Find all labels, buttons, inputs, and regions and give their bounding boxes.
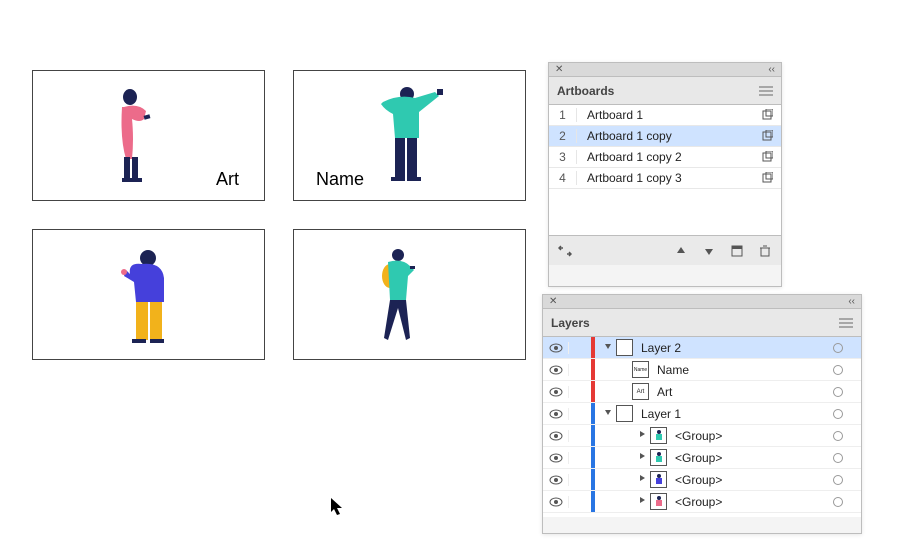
layer-name[interactable]: <Group> xyxy=(669,495,825,509)
artboards-list: 1Artboard 12Artboard 1 copy3Artboard 1 c… xyxy=(549,105,781,235)
layer-disclosure[interactable] xyxy=(595,449,669,466)
visibility-toggle[interactable] xyxy=(543,408,569,420)
chevron-right-icon[interactable] xyxy=(636,473,648,486)
target-icon[interactable] xyxy=(825,365,851,375)
artboard-row[interactable]: 1Artboard 1 xyxy=(549,105,781,126)
artboard-options-icon[interactable] xyxy=(753,109,781,121)
artboard-4[interactable] xyxy=(293,229,526,360)
layer-name[interactable]: Layer 1 xyxy=(635,407,825,421)
layer-row[interactable]: <Group> xyxy=(543,447,861,469)
artboard-options-icon[interactable] xyxy=(753,172,781,184)
target-icon[interactable] xyxy=(825,453,851,463)
visibility-toggle[interactable] xyxy=(543,474,569,486)
layer-name[interactable]: <Group> xyxy=(669,429,825,443)
layer-row[interactable]: ArtArt xyxy=(543,381,861,403)
layer-disclosure[interactable] xyxy=(595,471,669,488)
chevron-right-icon[interactable] xyxy=(636,451,648,464)
layer-thumbnail: Art xyxy=(632,383,649,400)
layer-disclosure[interactable] xyxy=(595,493,669,510)
target-icon[interactable] xyxy=(825,431,851,441)
rearrange-icon[interactable] xyxy=(557,243,573,259)
visibility-toggle[interactable] xyxy=(543,364,569,376)
artboard-index: 4 xyxy=(549,171,577,185)
artboard-options-icon[interactable] xyxy=(753,130,781,142)
layer-name[interactable]: Art xyxy=(651,385,825,399)
layers-panel: ✕ ‹‹ Layers Layer 2NameNameArtArtLayer 1… xyxy=(542,294,862,534)
layer-thumbnail xyxy=(650,427,667,444)
panel-menu-icon[interactable] xyxy=(759,86,773,96)
artboard-1[interactable]: Art xyxy=(32,70,265,201)
artboard-name[interactable]: Artboard 1 copy xyxy=(577,129,753,143)
figure-person-4 xyxy=(294,230,527,361)
artboard-name[interactable]: Artboard 1 xyxy=(577,108,753,122)
layers-tab[interactable]: Layers xyxy=(551,316,590,330)
artboards-panel: ✕ ‹‹ Artboards 1Artboard 12Artboard 1 co… xyxy=(548,62,782,287)
layers-list: Layer 2NameNameArtArtLayer 1<Group><Grou… xyxy=(543,337,861,517)
layer-row[interactable]: <Group> xyxy=(543,469,861,491)
layer-name[interactable]: Name xyxy=(651,363,825,377)
target-icon[interactable] xyxy=(825,343,851,353)
artboard-name[interactable]: Artboard 1 copy 2 xyxy=(577,150,753,164)
artboards-footer xyxy=(549,235,781,265)
cursor-icon xyxy=(330,497,346,517)
layer-disclosure[interactable]: Name xyxy=(595,361,651,378)
chevron-right-icon[interactable] xyxy=(636,429,648,442)
chevron-right-icon[interactable] xyxy=(636,495,648,508)
artboard-row[interactable]: 4Artboard 1 copy 3 xyxy=(549,168,781,189)
layer-thumbnail xyxy=(650,471,667,488)
layer-row[interactable]: NameName xyxy=(543,359,861,381)
new-artboard-icon[interactable] xyxy=(729,243,745,259)
target-icon[interactable] xyxy=(825,387,851,397)
layer-thumbnail xyxy=(650,493,667,510)
layer-row[interactable]: <Group> xyxy=(543,425,861,447)
visibility-toggle[interactable] xyxy=(543,386,569,398)
artboard-name[interactable]: Artboard 1 copy 3 xyxy=(577,171,753,185)
layer-name[interactable]: Layer 2 xyxy=(635,341,825,355)
artboard-index: 2 xyxy=(549,129,577,143)
layer-disclosure[interactable] xyxy=(595,405,635,422)
target-icon[interactable] xyxy=(825,497,851,507)
visibility-toggle[interactable] xyxy=(543,430,569,442)
artboards-panel-header[interactable]: ✕ ‹‹ xyxy=(549,63,781,77)
target-icon[interactable] xyxy=(825,475,851,485)
artboard-row[interactable]: 3Artboard 1 copy 2 xyxy=(549,147,781,168)
figure-person-3 xyxy=(33,230,266,361)
delete-icon[interactable] xyxy=(757,243,773,259)
layer-row[interactable]: Layer 1 xyxy=(543,403,861,425)
artboards-tab[interactable]: Artboards xyxy=(557,84,614,98)
layer-disclosure[interactable] xyxy=(595,339,635,356)
collapse-icon[interactable]: ‹‹ xyxy=(848,296,855,307)
collapse-icon[interactable]: ‹‹ xyxy=(768,64,775,75)
artboard-2-text[interactable]: Name xyxy=(316,169,364,190)
layer-thumbnail xyxy=(616,339,633,356)
layer-row[interactable]: Layer 2 xyxy=(543,337,861,359)
visibility-toggle[interactable] xyxy=(543,496,569,508)
layer-disclosure[interactable]: Art xyxy=(595,383,651,400)
visibility-toggle[interactable] xyxy=(543,342,569,354)
layer-thumbnail xyxy=(650,449,667,466)
layer-row[interactable]: <Group> xyxy=(543,491,861,513)
panel-menu-icon[interactable] xyxy=(839,318,853,328)
close-icon[interactable]: ✕ xyxy=(555,64,563,75)
layer-name[interactable]: <Group> xyxy=(669,473,825,487)
artboard-row[interactable]: 2Artboard 1 copy xyxy=(549,126,781,147)
artboard-index: 3 xyxy=(549,150,577,164)
layer-name[interactable]: <Group> xyxy=(669,451,825,465)
layer-thumbnail: Name xyxy=(632,361,649,378)
move-down-icon[interactable] xyxy=(701,243,717,259)
layers-panel-header[interactable]: ✕ ‹‹ xyxy=(543,295,861,309)
target-icon[interactable] xyxy=(825,409,851,419)
layer-disclosure[interactable] xyxy=(595,427,669,444)
layer-thumbnail xyxy=(616,405,633,422)
close-icon[interactable]: ✕ xyxy=(549,296,557,307)
artboard-index: 1 xyxy=(549,108,577,122)
artboard-3[interactable] xyxy=(32,229,265,360)
artboard-2[interactable]: Name xyxy=(293,70,526,201)
artboard-1-text[interactable]: Art xyxy=(216,169,239,190)
move-up-icon[interactable] xyxy=(673,243,689,259)
chevron-down-icon[interactable] xyxy=(602,407,614,420)
chevron-down-icon[interactable] xyxy=(602,341,614,354)
visibility-toggle[interactable] xyxy=(543,452,569,464)
artboard-options-icon[interactable] xyxy=(753,151,781,163)
